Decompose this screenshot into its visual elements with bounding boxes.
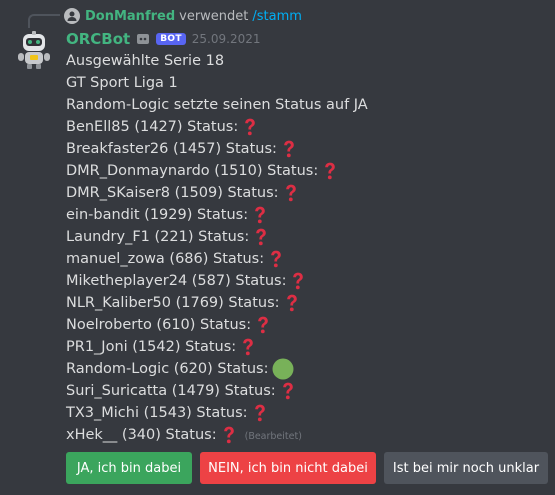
line-text: NLR_Kaliber50 (1769) Status: (66, 295, 280, 311)
question-mark-icon (252, 403, 268, 423)
message-timestamp: 25.09.2021 (191, 32, 261, 46)
line-text: Breakfaster26 (1457) Status: (66, 141, 277, 157)
reply-context[interactable]: DonManfred verwendet /stamm (64, 6, 302, 26)
message-content: Ausgewählte Serie 18 GT Sport Liga 1 Ran… (66, 50, 368, 446)
green-circle-icon (272, 358, 294, 380)
participant-status-line: NLR_Kaliber50 (1769) Status: (66, 292, 368, 314)
question-mark-icon (290, 271, 306, 291)
question-mark-icon (268, 249, 284, 269)
question-mark-icon (242, 117, 258, 137)
line-text: Random-Logic setzte seinen Status auf JA (66, 97, 368, 113)
line-text: Laundry_F1 (221) Status: (66, 229, 250, 245)
reply-username[interactable]: DonManfred (85, 9, 175, 24)
slash-command[interactable]: /stamm (252, 9, 302, 24)
participant-status-line: PR1_Joni (1542) Status: (66, 336, 368, 358)
undecided-button[interactable]: Ist bei mir noch unklar (384, 452, 548, 484)
bot-avatar[interactable] (14, 30, 54, 70)
participant-status-line: BenEll85 (1427) Status: (66, 116, 368, 138)
line-text: Random-Logic (620) Status: (66, 361, 269, 377)
participant-status-line: Miketheplayer24 (587) Status: (66, 270, 368, 292)
bot-verified-icon (136, 32, 150, 46)
message-line: GT Sport Liga 1 (66, 72, 368, 94)
line-text: Miketheplayer24 (587) Status: (66, 273, 287, 289)
message-header: ORCBot BOT 25.09.2021 (66, 28, 261, 50)
line-text: DMR_SKaiser8 (1509) Status: (66, 185, 279, 201)
participant-status-line: TX3_Michi (1543) Status: (66, 402, 368, 424)
line-text: BenEll85 (1427) Status: (66, 119, 239, 135)
participant-status-line: Breakfaster26 (1457) Status: (66, 138, 368, 160)
participant-status-line: DMR_SKaiser8 (1509) Status: (66, 182, 368, 204)
line-text: TX3_Michi (1543) Status: (66, 405, 248, 421)
line-text: Noelroberto (610) Status: (66, 317, 252, 333)
question-mark-icon (322, 161, 338, 181)
line-text: xHek__ (340) Status: (66, 427, 217, 443)
edited-label: (Bearbeitet) (244, 430, 302, 442)
line-text: ein-bandit (1929) Status: (66, 207, 249, 223)
line-text: Suri_Suricatta (1479) Status: (66, 383, 276, 399)
line-text: GT Sport Liga 1 (66, 75, 178, 91)
question-mark-icon (281, 139, 297, 159)
participant-status-line: Suri_Suricatta (1479) Status: (66, 380, 368, 402)
reply-connector (28, 14, 60, 28)
no-join-button[interactable]: NEIN, ich bin nicht dabei (200, 452, 376, 484)
line-text: Ausgewählte Serie 18 (66, 53, 225, 69)
question-mark-icon (221, 425, 237, 445)
line-text: PR1_Joni (1542) Status: (66, 339, 237, 355)
bot-badge: BOT (156, 33, 186, 45)
bot-username[interactable]: ORCBot (66, 30, 130, 48)
reply-avatar-icon[interactable] (64, 8, 80, 24)
line-text: manuel_zowa (686) Status: (66, 251, 265, 267)
line-text: DMR_Donmaynardo (1510) Status: (66, 163, 319, 179)
participant-status-line: DMR_Donmaynardo (1510) Status: (66, 160, 368, 182)
participant-status-line: xHek__ (340) Status: (Bearbeitet) (66, 424, 368, 446)
question-mark-icon (252, 205, 268, 225)
participant-status-line: Noelroberto (610) Status: (66, 314, 368, 336)
message-line: Ausgewählte Serie 18 (66, 50, 368, 72)
question-mark-icon (240, 337, 256, 357)
yes-join-button[interactable]: JA, ich bin dabei (66, 452, 192, 484)
action-row: JA, ich bin dabei NEIN, ich bin nicht da… (66, 452, 548, 484)
message-line: Random-Logic setzte seinen Status auf JA (66, 94, 368, 116)
question-mark-icon (284, 293, 300, 313)
participant-status-line: manuel_zowa (686) Status: (66, 248, 368, 270)
participant-status-line: Random-Logic (620) Status: (66, 358, 368, 380)
question-mark-icon (255, 315, 271, 335)
question-mark-icon (253, 227, 269, 247)
reply-verb: verwendet (179, 8, 249, 24)
question-mark-icon (283, 183, 299, 203)
question-mark-icon (280, 381, 296, 401)
participant-status-line: Laundry_F1 (221) Status: (66, 226, 368, 248)
participant-status-line: ein-bandit (1929) Status: (66, 204, 368, 226)
